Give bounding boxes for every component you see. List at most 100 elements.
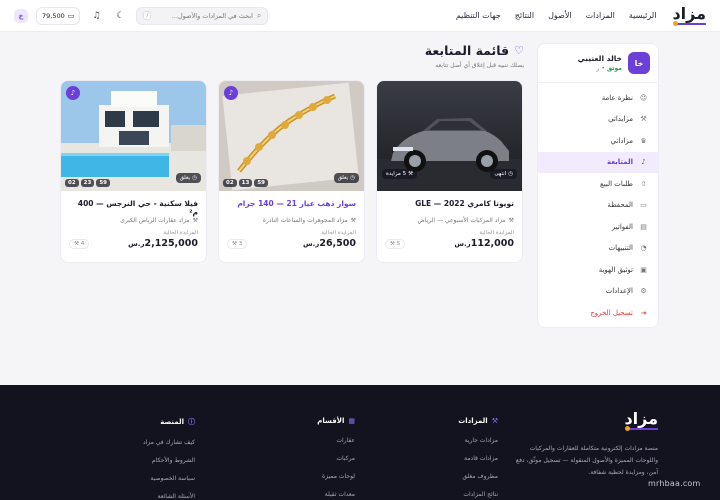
sidebar-item-label: الفواتير — [611, 222, 633, 231]
card-price-row: 26,500ر.س 3 ⚒ — [219, 236, 364, 251]
countdown-minutes: 23 — [80, 179, 95, 187]
footer-link[interactable]: مظروف مغلق — [458, 467, 498, 485]
card-title[interactable]: تويوتا كامري 2022 — GLE — [377, 191, 522, 217]
clock-icon: ◷ — [192, 175, 197, 181]
main-nav: الرئيسية المزادات الأصول النتائج جهات ال… — [456, 11, 657, 20]
footer-link[interactable]: لوحات مميزة — [317, 467, 355, 485]
wallet-icon: ▭ — [640, 201, 647, 210]
footer-link[interactable]: نتائج المزادات — [458, 485, 498, 500]
footer-link[interactable]: مزادات قادمة — [458, 449, 498, 467]
page-title: قائمة المتابعة — [424, 43, 510, 58]
gavel-icon: ⚒ — [192, 217, 198, 224]
price-value: 112,000 — [470, 238, 514, 249]
sidebar-item-overview[interactable]: ☺ نظرة عامة — [538, 87, 658, 109]
header-left: ⌕ / ☾ ♫ ▭ 79,500 خ — [14, 6, 269, 25]
countdown-hours: 02 — [65, 179, 79, 187]
footer-link[interactable]: معدات ثقيلة — [317, 485, 355, 500]
heart-icon: ♡ — [514, 44, 524, 57]
seller-text: مزاد المركبات الأسبوعي — الرياض — [417, 217, 506, 224]
current-price: 26,500ر.س — [301, 238, 356, 249]
sidebar-item-logout[interactable]: ⇥ تسجيل الخروج — [538, 302, 658, 324]
watch-card[interactable]: ♪ ◷ يغلق 59 13 02 سوار ذهب عيار 21 — 140 … — [218, 80, 365, 263]
nav-auctions[interactable]: المزادات — [586, 11, 615, 20]
sidebar-item-label: مزايداتي — [608, 115, 633, 124]
bids-value: 4 — [80, 240, 85, 247]
footer-column-title: ▦ الأقسام — [317, 417, 355, 425]
profile-name: خالد العتيبي — [577, 54, 622, 63]
sidebar-item-identity[interactable]: ▣ توثيق الهوية — [538, 259, 658, 281]
sidebar-item-wallet[interactable]: ▭ المحفظة — [538, 195, 658, 217]
sidebar-item-alerts[interactable]: ◔ التنبيهات — [538, 238, 658, 260]
bids-chip-text: 5 مزايدة — [386, 171, 407, 177]
site-footer: مزاد منصة مزادات إلكترونية متكاملة للعقا… — [0, 385, 720, 500]
wallet-balance[interactable]: ▭ 79,500 — [36, 6, 81, 25]
footer-link[interactable]: الأسئلة الشائعة — [143, 487, 196, 500]
bids-count: 3 ⚒ — [227, 238, 248, 249]
profile-status: موثق • ر — [578, 65, 622, 72]
footer-logo[interactable]: مزاد — [624, 411, 658, 431]
sidebar-item-watchlist[interactable]: ♪ المتابعة — [538, 151, 658, 173]
top-header: مزاد الرئيسية المزادات الأصول النتائج جه… — [0, 0, 720, 32]
status-chip: ◷ يغلق — [175, 173, 201, 183]
bids-chip: ⚒ 5 مزايدة — [382, 169, 417, 179]
sidebar-item-label: نظرة عامة — [601, 93, 633, 102]
card-seller: ⚒ مزاد المركبات الأسبوعي — الرياض — [377, 217, 522, 224]
bell-icon[interactable]: ♪ — [224, 86, 238, 100]
search-box[interactable]: ⌕ / — [136, 6, 269, 25]
countdown: 59 13 02 — [223, 179, 268, 187]
countdown: 59 23 02 — [65, 179, 110, 187]
card-image: ♪ ◷ يغلق 59 23 02 — [61, 81, 206, 191]
footer-link[interactable]: كيف تشارك في مزاد — [143, 433, 195, 451]
notification-bell-icon[interactable]: ♫ — [88, 8, 104, 24]
profile-info: خالد العتيبي موثق • ر — [578, 54, 622, 72]
footer-title-text: الأقسام — [317, 417, 345, 425]
logo-underline — [625, 426, 658, 431]
profile-avatar: خا — [628, 52, 650, 74]
nav-regulators[interactable]: جهات التنظيم — [456, 11, 501, 20]
footer-link[interactable]: مزادات جارية — [458, 431, 498, 449]
trophy-icon: ♛ — [640, 136, 647, 145]
theme-toggle-icon[interactable]: ☾ — [112, 8, 128, 24]
logo-text: مزاد — [672, 4, 706, 23]
footer-column-platform: ⓘ المنصة كيف تشارك في مزاد الشروط والأحكا… — [143, 417, 195, 500]
footer-link[interactable]: الشروط والأحكام — [143, 451, 195, 469]
sidebar-item-settings[interactable]: ⚙ الإعدادات — [538, 281, 658, 303]
card-image: ⚒ 5 مزايدة ◷ انتهى — [377, 81, 522, 191]
bell-icon[interactable]: ♪ — [66, 86, 80, 100]
watch-card[interactable]: ⚒ 5 مزايدة ◷ انتهى تويوتا كامري 2022 — GLE… — [376, 80, 523, 263]
sidebar-item-sell-requests[interactable]: ⇧ طلبات البيع — [538, 173, 658, 195]
sidebar-item-my-bids[interactable]: ⚒ مزايداتي — [538, 109, 658, 131]
card-title[interactable]: فيلا سكنية - حي النرجس — 400 م² — [61, 191, 206, 217]
sidebar-item-label: المحفظة — [607, 201, 633, 210]
card-price-row: 2,125,000ر.س 4 ⚒ — [61, 236, 206, 251]
footer-column-categories: ▦ الأقسام عقارات مركبات لوحات مميزة معدات… — [317, 417, 355, 500]
card-title[interactable]: سوار ذهب عيار 21 — 140 جرام — [219, 191, 364, 217]
footer-link[interactable]: مركبات — [317, 449, 355, 467]
info-icon: ⓘ — [188, 418, 195, 426]
nav-results[interactable]: النتائج — [515, 11, 534, 20]
profile-tag: • ر — [596, 65, 605, 72]
sidebar-item-my-auctions[interactable]: ♛ مزاداتي — [538, 130, 658, 152]
search-icon: ⌕ — [256, 10, 262, 20]
nav-home[interactable]: الرئيسية — [629, 11, 657, 20]
header-right: مزاد الرئيسية المزادات الأصول النتائج جه… — [456, 4, 706, 26]
sidebar-item-label: التنبيهات — [608, 244, 633, 253]
price-label: المزايدة الحالية — [479, 230, 514, 236]
sidebar-item-label: تسجيل الخروج — [590, 308, 633, 317]
sidebar-item-invoices[interactable]: ▤ الفواتير — [538, 216, 658, 238]
nav-assets[interactable]: الأصول — [548, 11, 572, 20]
watch-card[interactable]: ♪ ◷ يغلق 59 23 02 فيلا سكنية - حي النرجس … — [60, 80, 207, 263]
bell-icon: ♪ — [641, 158, 646, 167]
upload-icon: ⇧ — [640, 179, 647, 188]
user-avatar[interactable]: خ — [14, 8, 28, 23]
logo[interactable]: مزاد — [672, 4, 706, 26]
search-shortcut: / — [143, 11, 152, 20]
search-input[interactable] — [155, 11, 253, 20]
footer-link[interactable]: سياسة الخصوصية — [143, 469, 195, 487]
footer-link[interactable]: عقارات — [317, 431, 355, 449]
gavel-icon: ⚒ — [508, 217, 514, 224]
watermark: mrhbaa.com — [648, 479, 701, 488]
seller-text: مزاد عقارات الرياض الكبرى — [120, 217, 190, 224]
sidebar-item-label: طلبات البيع — [600, 179, 633, 188]
sidebar-menu: ☺ نظرة عامة ⚒ مزايداتي ♛ مزاداتي ♪ المتابعة … — [538, 87, 658, 324]
